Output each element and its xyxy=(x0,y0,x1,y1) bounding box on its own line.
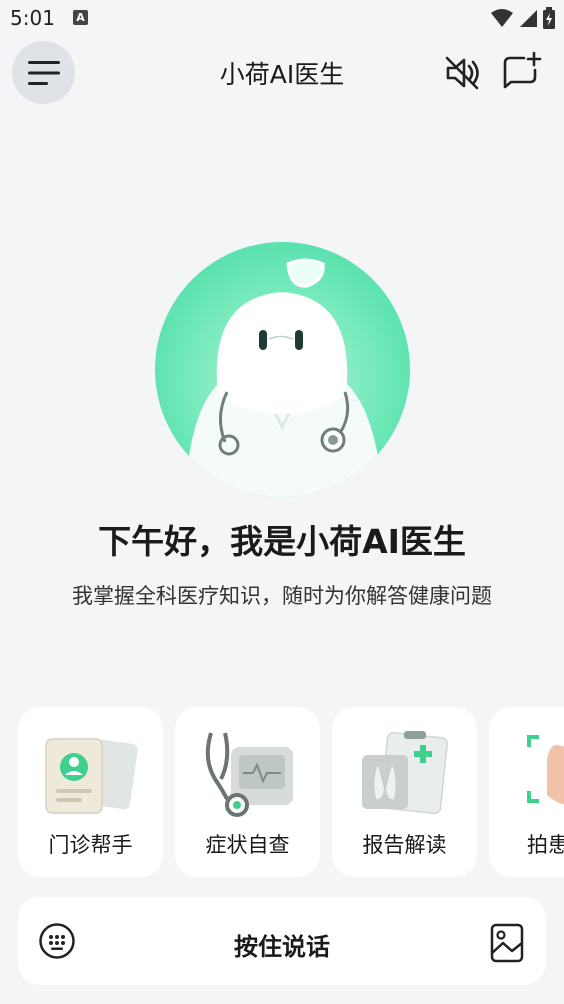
feature-label: 症状自查 xyxy=(205,833,290,857)
greeting-text: 下午好，我是小荷AI医生 xyxy=(98,522,466,561)
doctor-avatar xyxy=(155,242,410,497)
status-icons xyxy=(490,7,556,29)
new-chat-button[interactable] xyxy=(500,50,542,92)
feature-card-photo-scan[interactable]: 拍患 xyxy=(489,707,564,877)
greeting-subtitle: 我掌握全科医疗知识，随时为你解答健康问题 xyxy=(72,584,492,608)
voice-input-bar[interactable]: 按住说话 xyxy=(18,897,546,985)
mute-icon xyxy=(445,56,479,90)
clinic-helper-icon xyxy=(45,738,138,814)
report-reading-icon xyxy=(362,731,448,815)
battery-icon xyxy=(543,7,555,29)
image-upload-button[interactable] xyxy=(490,923,524,963)
feature-card-symptom-check[interactable]: 症状自查 xyxy=(175,707,320,877)
feature-label: 门诊帮手 xyxy=(48,833,133,857)
doctor-mascot-icon xyxy=(185,258,383,497)
symptom-check-icon xyxy=(205,732,293,817)
notification-badge: A xyxy=(73,10,88,25)
new-chat-icon xyxy=(503,51,542,89)
hold-to-talk-label[interactable]: 按住说话 xyxy=(18,927,546,962)
feature-label: 拍患 xyxy=(527,833,564,857)
signal-icon xyxy=(520,10,537,27)
feature-label: 报告解读 xyxy=(362,833,447,857)
wifi-icon xyxy=(491,9,513,27)
status-bar: 5:01 A xyxy=(0,0,564,38)
image-icon xyxy=(490,923,524,963)
feature-card-clinic-helper[interactable]: 门诊帮手 xyxy=(18,707,163,877)
photo-scan-icon xyxy=(527,735,564,805)
mute-button[interactable] xyxy=(442,53,482,93)
status-time: 5:01 xyxy=(10,6,55,30)
feature-card-report-reading[interactable]: 报告解读 xyxy=(332,707,477,877)
feature-list: 门诊帮手 症状自查 报告解读 拍患 xyxy=(18,707,564,877)
